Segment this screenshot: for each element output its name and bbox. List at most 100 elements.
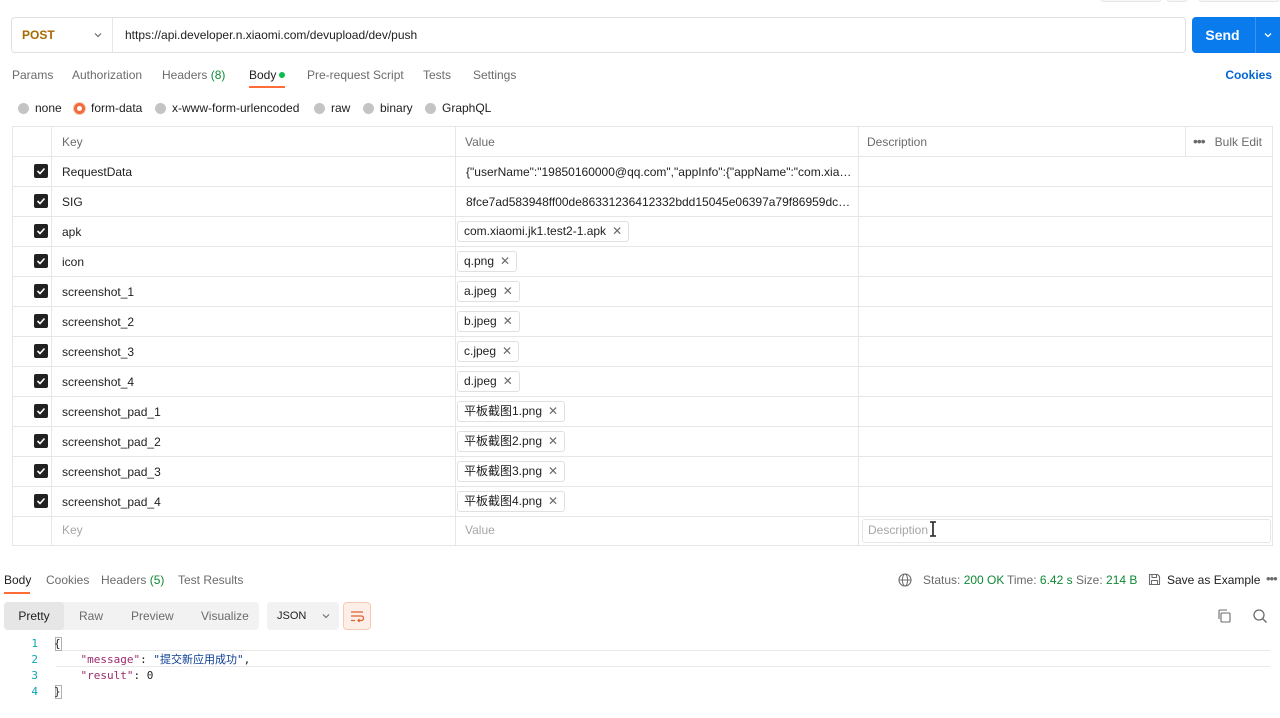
row-key[interactable]: icon [62,247,84,277]
row-checkbox[interactable] [34,254,48,268]
tab-label: Settings [473,68,517,82]
table-row: screenshot_pad_4 平板截图4.png ✕ [13,487,1272,517]
view-preview-button[interactable]: Preview [131,602,174,630]
more-options-icon[interactable]: ••• [1193,127,1206,157]
remove-file-icon[interactable]: ✕ [612,222,622,241]
radio-x-www-form-urlencoded[interactable]: x-www-form-urlencoded [155,97,299,119]
tab-response-cookies[interactable]: Cookies [46,568,89,592]
row-checkbox[interactable] [34,284,48,298]
bulk-edit-button[interactable]: Bulk Edit [1215,127,1262,157]
tab-pre-request-script[interactable]: Pre-request Script [307,62,404,88]
remove-file-icon[interactable]: ✕ [548,462,558,481]
remove-file-icon[interactable]: ✕ [503,282,513,301]
file-chip: 平板截图3.png ✕ [457,461,566,482]
remove-file-icon[interactable]: ✕ [500,252,510,271]
row-key[interactable]: screenshot_4 [62,367,134,397]
toolbar-button-partial[interactable] [1198,0,1280,2]
remove-file-icon[interactable]: ✕ [503,372,513,391]
row-key[interactable]: screenshot_pad_4 [62,487,161,517]
more-options-icon[interactable]: ••• [1266,568,1278,592]
tab-params[interactable]: Params [12,62,53,88]
row-checkbox[interactable] [34,464,48,478]
remove-file-icon[interactable]: ✕ [548,432,558,451]
file-name: b.jpeg [464,314,497,328]
file-chip: 平板截图1.png ✕ [457,401,566,422]
method-select[interactable]: POST [12,18,113,52]
tab-test-results[interactable]: Test Results [178,568,243,592]
description-placeholder[interactable]: Description [868,516,928,545]
view-visualize-button[interactable]: Visualize [201,602,249,630]
row-checkbox[interactable] [34,344,48,358]
view-raw-button[interactable]: Raw [79,602,103,630]
remove-file-icon[interactable]: ✕ [548,492,558,511]
tab-headers[interactable]: Headers (8) [162,62,225,88]
search-icon[interactable] [1252,608,1268,624]
row-key[interactable]: SIG [62,187,83,217]
row-key[interactable]: screenshot_pad_1 [62,397,161,427]
radio-graphql[interactable]: GraphQL [425,97,491,119]
radio-raw[interactable]: raw [314,97,350,119]
value-placeholder[interactable]: Value [465,516,495,545]
row-checkbox[interactable] [34,194,48,208]
body-indicator-dot [279,72,286,78]
url-input[interactable]: https://api.developer.n.xiaomi.com/devup… [125,18,417,52]
view-mode-segment: Pretty Raw Preview Visualize [4,602,259,630]
row-checkbox[interactable] [34,314,48,328]
send-button[interactable]: Send [1192,17,1280,53]
header-key: Key [62,135,83,149]
response-code-editor[interactable]: 1 2 3 4 { "message": "提交新应用成功", "result"… [0,636,1280,718]
tab-response-headers[interactable]: Headers (5) [101,568,164,592]
row-key[interactable]: apk [62,217,81,247]
row-key[interactable]: RequestData [62,157,132,187]
row-key[interactable]: screenshot_pad_3 [62,457,161,487]
form-data-table: Key Value Description ••• Bulk Edit Requ… [12,126,1273,546]
row-checkbox[interactable] [34,224,48,238]
wrap-lines-button[interactable] [343,602,371,630]
size-label: Size: [1076,573,1103,587]
row-checkbox[interactable] [34,374,48,388]
radio-form-data[interactable]: form-data [74,97,142,119]
toolbar-button-partial[interactable] [1100,0,1162,2]
checkmark-icon [36,257,46,265]
format-select[interactable]: JSON [267,602,339,630]
tab-response-body[interactable]: Body [4,568,31,592]
radio-none[interactable]: none [18,97,62,119]
chevron-down-icon [94,33,102,38]
globe-icon[interactable] [898,573,912,587]
row-key[interactable]: screenshot_3 [62,337,134,367]
remove-file-icon[interactable]: ✕ [502,342,512,361]
radio-binary[interactable]: binary [363,97,413,119]
chevron-down-icon[interactable] [1262,29,1274,41]
column-divider [1185,127,1186,157]
remove-file-icon[interactable]: ✕ [503,312,513,331]
save-as-example-button[interactable]: Save as Example [1148,568,1260,592]
table-row: screenshot_pad_1 平板截图1.png ✕ [13,397,1272,427]
checkmark-icon [36,287,46,295]
row-key[interactable]: screenshot_2 [62,307,134,337]
tab-label: Body [4,573,32,587]
line-number: 1 [31,637,38,650]
remove-file-icon[interactable]: ✕ [548,402,558,421]
tab-authorization[interactable]: Authorization [72,62,142,88]
headers-count: (5) [149,573,165,587]
key-placeholder[interactable]: Key [62,516,83,545]
row-value[interactable]: {"userName":"19850160000@qq.com","appInf… [466,157,852,187]
tab-settings[interactable]: Settings [473,62,516,88]
toolbar-button-partial[interactable] [1166,0,1188,2]
row-checkbox[interactable] [34,164,48,178]
copy-icon[interactable] [1216,608,1232,624]
file-chip: 平板截图2.png ✕ [457,431,566,452]
row-checkbox[interactable] [34,404,48,418]
row-key[interactable]: screenshot_1 [62,277,134,307]
time-value: 6.42 s [1039,573,1073,587]
row-checkbox[interactable] [34,434,48,448]
row-key[interactable]: screenshot_pad_2 [62,427,161,457]
view-pretty-button[interactable]: Pretty [4,602,64,630]
row-checkbox[interactable] [34,494,48,508]
file-chip: d.jpeg ✕ [457,371,520,392]
tab-tests[interactable]: Tests [423,62,451,88]
tab-label: Body [249,68,277,82]
tab-body[interactable]: Body [249,62,286,88]
row-value[interactable]: 8fce7ad583948ff00de86331236412332bdd1504… [466,187,852,217]
cookies-link[interactable]: Cookies [1225,62,1272,88]
